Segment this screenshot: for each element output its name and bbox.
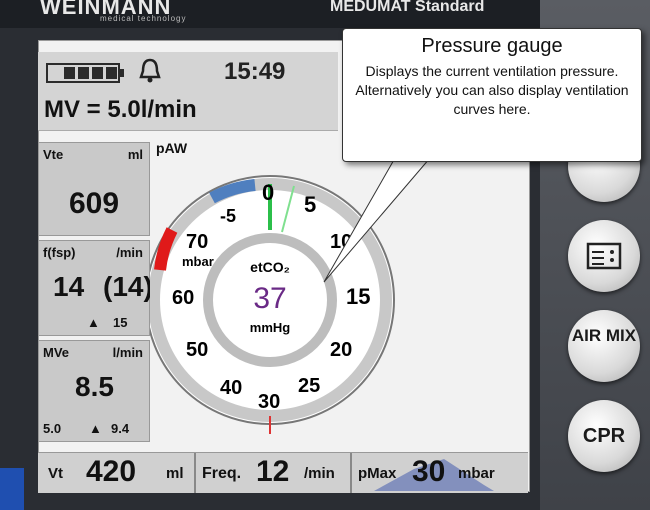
gauge-unit: mbar bbox=[182, 254, 214, 269]
tooltip-callout: Pressure gauge Displays the current vent… bbox=[342, 28, 642, 162]
frequency-panel: f(fsp) /min 14 (14) ▲ 15 bbox=[38, 240, 153, 336]
settings-bar: Vt 420 ml Freq. 12 /min pMax 30 mbar bbox=[38, 452, 528, 493]
pmax-unit: mbar bbox=[458, 465, 495, 482]
scale-label: -5 bbox=[220, 206, 236, 226]
freq-setting-unit: /min bbox=[304, 465, 335, 482]
scale-label: 25 bbox=[298, 375, 320, 397]
minute-volume: MV = 5.0l/min bbox=[44, 96, 197, 123]
mve-low-limit: 5.0 bbox=[43, 421, 62, 436]
freq-setting-value: 12 bbox=[256, 455, 290, 488]
etco2-unit: mmHg bbox=[250, 320, 291, 335]
vte-value: 609 bbox=[69, 187, 120, 220]
scale-label: 50 bbox=[186, 339, 208, 361]
pmax-setting[interactable]: pMax 30 mbar bbox=[354, 455, 526, 491]
mve-value: 8.5 bbox=[75, 371, 114, 402]
up-arrow-icon: ▲ bbox=[87, 315, 100, 330]
mve-label: MVe bbox=[43, 345, 70, 360]
menu-icon bbox=[586, 242, 622, 270]
pmax-label: pMax bbox=[358, 465, 397, 482]
cpr-button[interactable]: CPR bbox=[568, 400, 640, 472]
etco2-value: 37 bbox=[253, 282, 286, 315]
divider bbox=[194, 453, 196, 493]
scale-label: 10 bbox=[330, 231, 352, 253]
up-arrow-icon: ▲ bbox=[89, 421, 102, 436]
divider bbox=[350, 453, 352, 493]
scale-label: 30 bbox=[258, 391, 280, 413]
menu-button[interactable] bbox=[568, 220, 640, 292]
clock: 15:49 bbox=[224, 58, 286, 85]
vt-value: 420 bbox=[86, 455, 137, 488]
callout-title: Pressure gauge bbox=[421, 35, 563, 57]
scale-label: 15 bbox=[346, 284, 370, 309]
freq-label: f(fsp) bbox=[43, 245, 76, 260]
pressure-gauge: pAW -5 0 5 10 15 20 25 30 40 50 60 70 mb… bbox=[150, 140, 395, 450]
freq-setting[interactable]: Freq. 12 /min bbox=[198, 455, 348, 491]
freq-value: 14 bbox=[53, 271, 85, 302]
device-header: WEINMANN medical technology MEDUMAT Stan… bbox=[0, 0, 540, 28]
mve-high-limit: 9.4 bbox=[111, 421, 130, 436]
brand-subtitle: medical technology bbox=[100, 14, 187, 23]
freq-setting-label: Freq. bbox=[202, 465, 242, 482]
air-mix-button[interactable]: AIR MIX bbox=[568, 310, 640, 382]
vt-label: Vt bbox=[48, 465, 63, 482]
scale-label: 20 bbox=[330, 339, 352, 361]
mve-unit: l/min bbox=[112, 345, 143, 360]
scale-label: 40 bbox=[220, 377, 242, 399]
brand-logo: WEINMANN bbox=[40, 0, 172, 19]
alarm-bell-icon bbox=[138, 58, 162, 90]
mve-panel: MVe l/min 8.5 5.0 ▲ 9.4 bbox=[38, 340, 150, 442]
freq-unit: /min bbox=[116, 245, 143, 260]
freq-alarm-limit: 15 bbox=[113, 315, 128, 330]
vt-setting[interactable]: Vt 420 ml bbox=[38, 455, 190, 491]
vte-unit: ml bbox=[127, 147, 143, 162]
pmax-value: 30 bbox=[412, 455, 446, 488]
menu-arrow-icon[interactable] bbox=[0, 468, 24, 510]
scale-label: 60 bbox=[172, 287, 194, 309]
freq-set-value: (14) bbox=[103, 271, 153, 302]
vte-label: Vte bbox=[43, 147, 64, 162]
device-frame: WEINMANN medical technology MEDUMAT Stan… bbox=[0, 0, 650, 510]
vt-unit: ml bbox=[166, 465, 184, 482]
status-panel: 15:49 MV = 5.0l/min bbox=[38, 52, 338, 131]
gauge-dial: -5 0 5 10 15 20 25 30 40 50 60 70 mbar e… bbox=[150, 175, 395, 434]
scale-label: 70 bbox=[186, 231, 208, 253]
battery-icon bbox=[46, 62, 124, 83]
etco2-label: etCO₂ bbox=[250, 259, 290, 275]
model-name: MEDUMAT Standard bbox=[330, 0, 485, 15]
callout-body: Displays the current ventilation pressur… bbox=[355, 63, 629, 117]
vte-panel: Vte ml 609 bbox=[38, 142, 150, 236]
scale-label: 0 bbox=[262, 180, 274, 205]
scale-label: 5 bbox=[304, 192, 316, 217]
